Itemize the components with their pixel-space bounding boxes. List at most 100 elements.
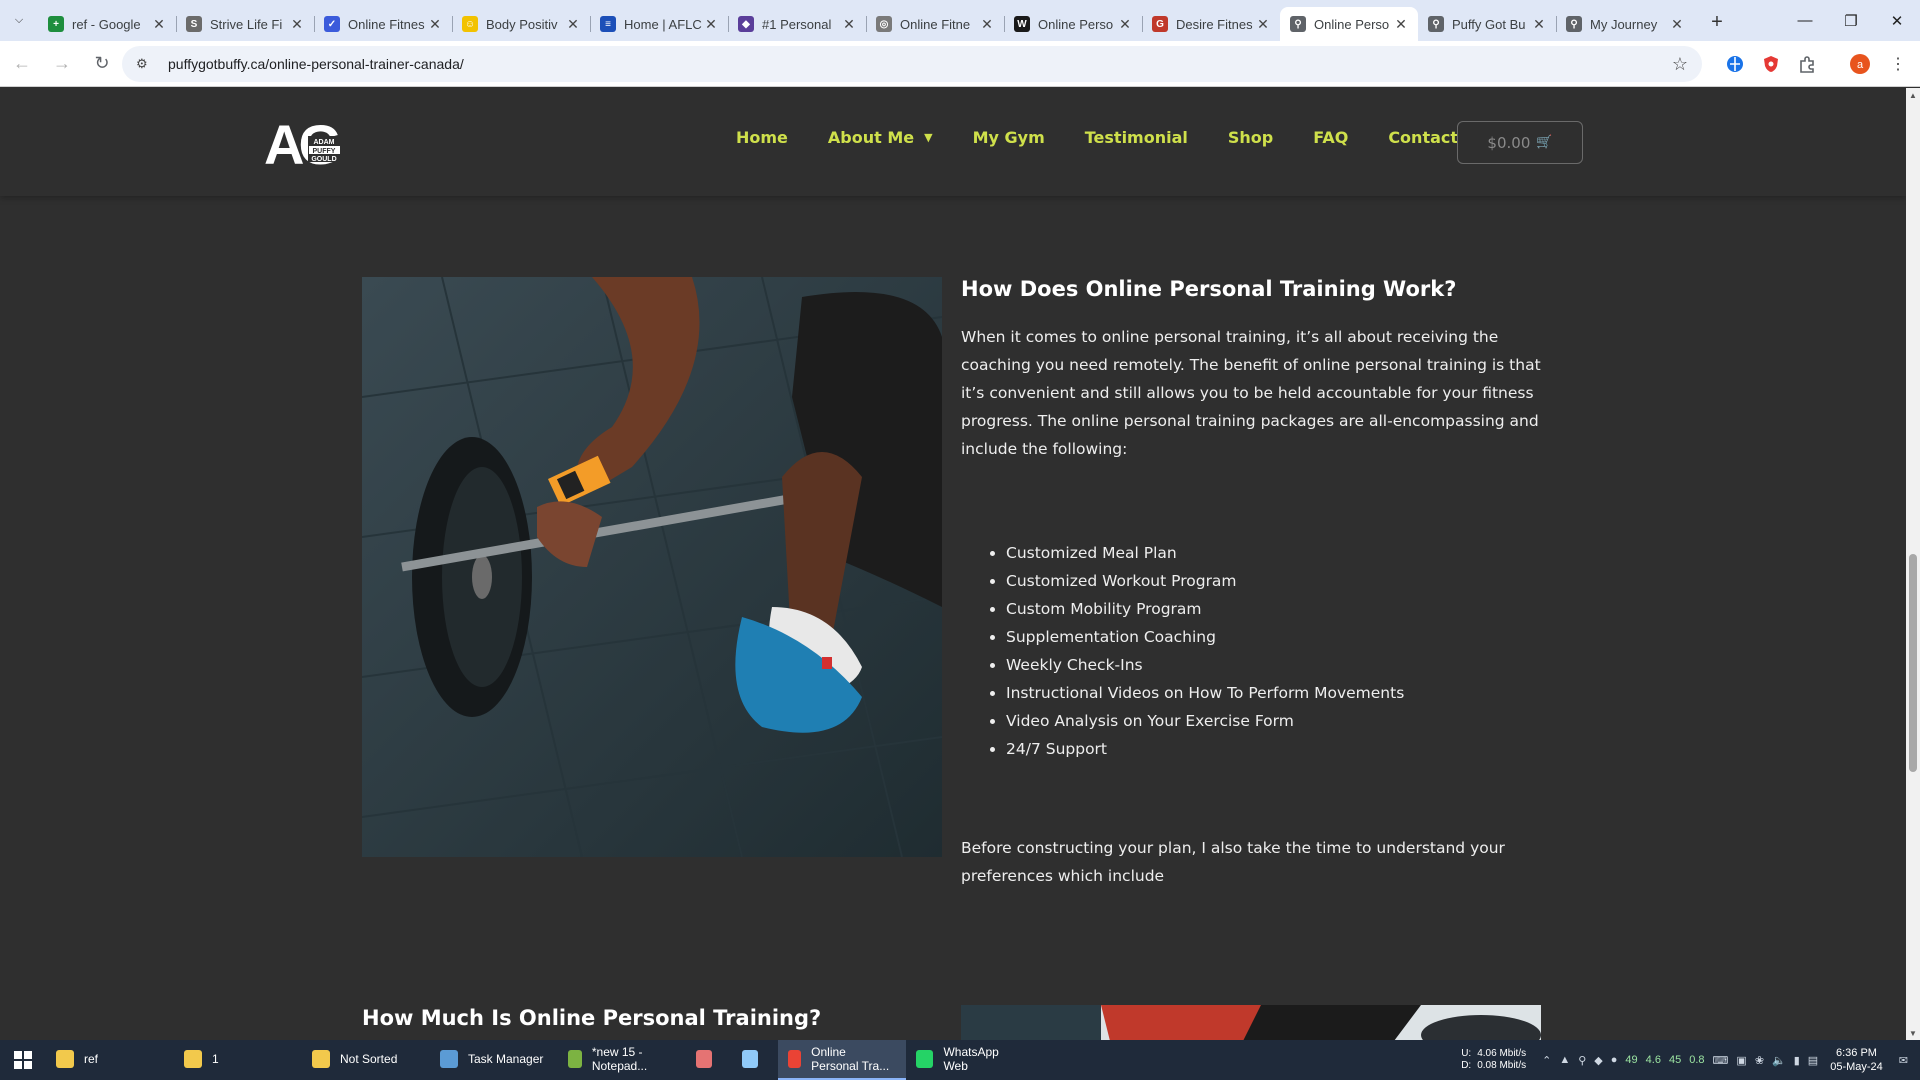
page-scrollbar[interactable]: ▲ ▼ bbox=[1906, 88, 1920, 1040]
scrollbar-thumb[interactable] bbox=[1909, 554, 1917, 772]
pricing-heading: How Much Is Online Personal Training? bbox=[362, 1006, 822, 1030]
puffy-icon: ⚲ bbox=[1290, 16, 1306, 32]
taskbar-item[interactable]: Task Manager bbox=[430, 1040, 558, 1080]
close-window-icon[interactable]: ✕ bbox=[1874, 0, 1920, 41]
taskbar-item[interactable]: 1 bbox=[174, 1040, 302, 1080]
nav-about-me[interactable]: About Me ▼ bbox=[828, 128, 933, 147]
nav-about-me-label: About Me bbox=[827, 128, 915, 147]
taskbar-item[interactable] bbox=[686, 1040, 732, 1080]
battery-icon[interactable]: ▮ bbox=[1794, 1054, 1800, 1067]
tab-list: + ref - Google ✕ S Strive Life Fi ✕ ✓ Online Fi… bbox=[38, 0, 1694, 41]
close-tab-icon[interactable]: ✕ bbox=[1254, 15, 1272, 33]
close-tab-icon[interactable]: ✕ bbox=[702, 15, 720, 33]
cart-button[interactable]: $0.00 🛒 bbox=[1457, 121, 1583, 164]
clock[interactable]: 6:36 PM 05-May-24 bbox=[1830, 1046, 1883, 1074]
restore-icon[interactable]: ❐ bbox=[1828, 0, 1874, 41]
features-list: Customized Meal Plan Customized Workout … bbox=[1006, 539, 1404, 763]
browser-tab[interactable]: ✓ Online Fitnes ✕ bbox=[314, 7, 452, 41]
browser-tab[interactable]: G Desire Fitnes ✕ bbox=[1142, 7, 1280, 41]
calendar-icon[interactable]: ▣ bbox=[1736, 1054, 1746, 1067]
browser-tab[interactable]: W Online Perso ✕ bbox=[1004, 7, 1142, 41]
site-logo[interactable]: AG ADAM PUFFY GOULD bbox=[264, 113, 345, 176]
browser-toolbar: ← → ↻ ⚙ puffygotbuffy.ca/online-personal… bbox=[0, 41, 1920, 87]
nav-faq[interactable]: FAQ bbox=[1313, 128, 1348, 147]
address-bar[interactable]: ⚙ puffygotbuffy.ca/online-personal-train… bbox=[122, 46, 1702, 82]
forward-button[interactable]: → bbox=[44, 46, 80, 82]
scroll-down-icon[interactable]: ▼ bbox=[1906, 1026, 1920, 1040]
tray-globe-icon[interactable]: ● bbox=[1611, 1054, 1618, 1066]
close-tab-icon[interactable]: ✕ bbox=[1668, 15, 1686, 33]
browser-tab[interactable]: ⚲ Online Perso ✕ bbox=[1280, 7, 1418, 41]
show-hidden-icons-icon[interactable]: ⌃ bbox=[1542, 1054, 1551, 1067]
close-tab-icon[interactable]: ✕ bbox=[288, 15, 306, 33]
nav-contact[interactable]: Contact bbox=[1388, 128, 1458, 147]
tab-title: Desire Fitnes bbox=[1176, 16, 1253, 32]
browser-tab[interactable]: S Strive Life Fi ✕ bbox=[176, 7, 314, 41]
checkmark-icon: ✓ bbox=[324, 16, 340, 32]
close-tab-icon[interactable]: ✕ bbox=[1530, 15, 1548, 33]
new-tab-button[interactable]: + bbox=[1700, 6, 1734, 40]
taskbar-item-label: Online Personal Tra... bbox=[811, 1045, 890, 1073]
browser-tab[interactable]: ⚲ My Journey ✕ bbox=[1556, 7, 1694, 41]
taskbar-item[interactable]: Not Sorted bbox=[302, 1040, 430, 1080]
extensions-puzzle-icon[interactable] bbox=[1795, 52, 1819, 76]
list-item: Customized Workout Program bbox=[1006, 567, 1404, 595]
notifications-icon[interactable]: ✉ bbox=[1899, 1054, 1908, 1067]
taskbar-item[interactable]: ref bbox=[46, 1040, 174, 1080]
tray-app-icon[interactable]: ▲ bbox=[1559, 1054, 1570, 1066]
url-text[interactable]: puffygotbuffy.ca/online-personal-trainer… bbox=[168, 56, 464, 72]
browser-tab[interactable]: ◎ Online Fitne ✕ bbox=[866, 7, 1004, 41]
folder-icon bbox=[184, 1050, 202, 1068]
nav-my-gym[interactable]: My Gym bbox=[973, 128, 1045, 147]
clock-time: 6:36 PM bbox=[1836, 1047, 1877, 1059]
site-info-icon[interactable]: ⚙ bbox=[136, 56, 156, 72]
tab-title: ref - Google bbox=[72, 16, 141, 32]
scroll-up-icon[interactable]: ▲ bbox=[1906, 88, 1920, 102]
web-page: AG ADAM PUFFY GOULD Home About Me ▼ My Gy… bbox=[0, 88, 1906, 1040]
close-tab-icon[interactable]: ✕ bbox=[978, 15, 996, 33]
nav-shop[interactable]: Shop bbox=[1228, 128, 1273, 147]
tray-search-icon[interactable]: ⚲ bbox=[1578, 1054, 1586, 1067]
browser-tab[interactable]: ◆ #1 Personal ✕ bbox=[728, 7, 866, 41]
browser-tab[interactable]: ☺ Body Positiv ✕ bbox=[452, 7, 590, 41]
tray-app-icon[interactable]: ❀ bbox=[1755, 1054, 1764, 1067]
tab-title: My Journey bbox=[1590, 16, 1658, 32]
system-tray: U: D: 4.06 Mbit/s 0.08 Mbit/s ⌃ ▲ ⚲ ◆ ● 49… bbox=[1461, 1040, 1920, 1080]
close-tab-icon[interactable]: ✕ bbox=[840, 15, 858, 33]
nav-home[interactable]: Home bbox=[736, 128, 788, 147]
volume-icon[interactable]: 🔈 bbox=[1772, 1054, 1786, 1067]
browser-tab[interactable]: ≡ Home | AFLC ✕ bbox=[590, 7, 728, 41]
google-sheets-icon: + bbox=[48, 16, 64, 32]
extension-globe-icon[interactable] bbox=[1723, 52, 1747, 76]
back-button[interactable]: ← bbox=[4, 46, 40, 82]
close-tab-icon[interactable]: ✕ bbox=[1116, 15, 1134, 33]
browser-menu-icon[interactable]: ⋮ bbox=[1886, 52, 1910, 76]
keyboard-icon[interactable]: ⌨ bbox=[1713, 1054, 1729, 1067]
tray-vpn-icon[interactable]: ◆ bbox=[1594, 1054, 1602, 1067]
close-tab-icon[interactable]: ✕ bbox=[426, 15, 444, 33]
bookmark-star-icon[interactable]: ☆ bbox=[1672, 54, 1688, 75]
taskbar-item[interactable]: WhatsApp Web bbox=[906, 1040, 1034, 1080]
app-icon bbox=[696, 1050, 712, 1068]
taskbar-item[interactable]: Online Personal Tra... bbox=[778, 1040, 906, 1080]
reload-button[interactable]: ↻ bbox=[84, 46, 120, 82]
profile-avatar[interactable]: a bbox=[1848, 52, 1872, 76]
document-icon bbox=[742, 1050, 758, 1068]
browser-tab[interactable]: ⚲ Puffy Got Bu ✕ bbox=[1418, 7, 1556, 41]
close-tab-icon[interactable]: ✕ bbox=[564, 15, 582, 33]
minimize-icon[interactable]: — bbox=[1782, 0, 1828, 41]
browser-tab[interactable]: + ref - Google ✕ bbox=[38, 7, 176, 41]
taskbar-item[interactable]: *new 15 - Notepad... bbox=[558, 1040, 686, 1080]
personal-icon: ◆ bbox=[738, 16, 754, 32]
nav-testimonial[interactable]: Testimonial bbox=[1085, 128, 1188, 147]
training-photo bbox=[961, 1005, 1541, 1040]
network-speed: U: D: 4.06 Mbit/s 0.08 Mbit/s bbox=[1461, 1048, 1526, 1072]
tab-search-icon[interactable]: ⌵ bbox=[0, 0, 38, 41]
network-icon[interactable]: ▤ bbox=[1808, 1054, 1818, 1067]
taskbar-item[interactable] bbox=[732, 1040, 778, 1080]
extension-shield-icon[interactable] bbox=[1759, 52, 1783, 76]
windows-start-icon[interactable] bbox=[0, 1040, 46, 1080]
close-tab-icon[interactable]: ✕ bbox=[150, 15, 168, 33]
close-tab-icon[interactable]: ✕ bbox=[1392, 15, 1410, 33]
tab-title: Strive Life Fi bbox=[210, 16, 283, 32]
